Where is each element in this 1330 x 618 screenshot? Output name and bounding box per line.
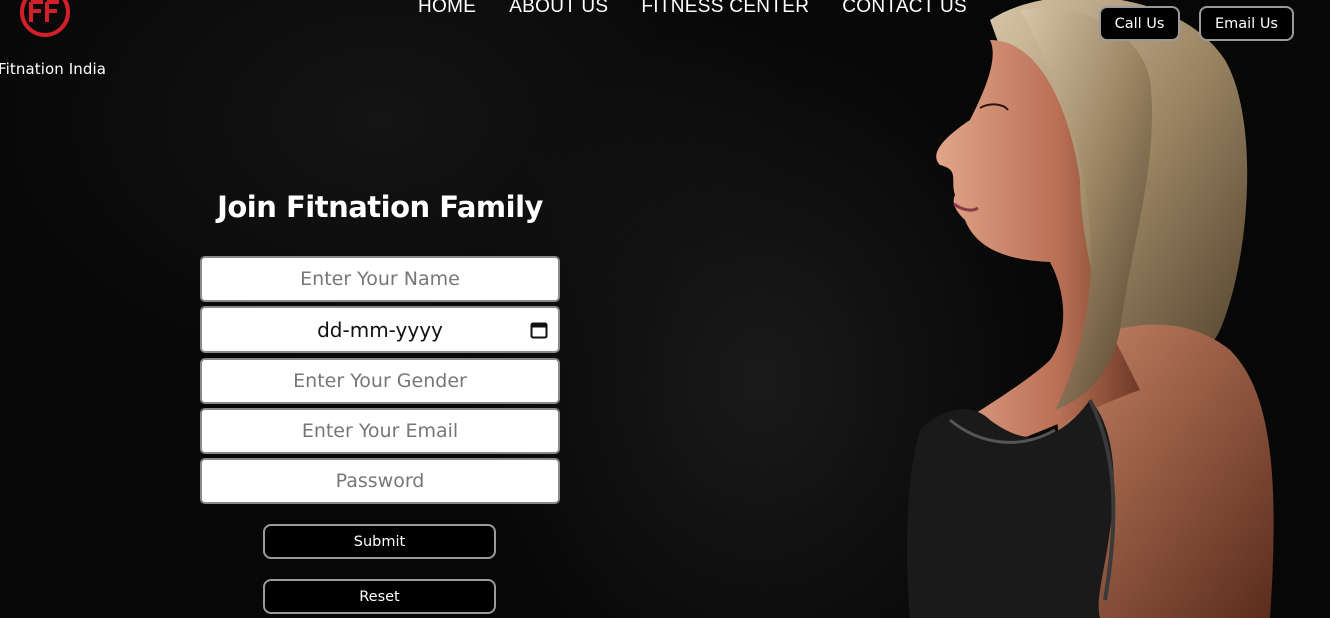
- nav-about-us[interactable]: ABOUT US: [509, 0, 608, 18]
- gender-input[interactable]: [200, 358, 560, 404]
- nav-home[interactable]: HOME: [418, 0, 476, 18]
- date-value: dd-mm-yyyy: [317, 317, 443, 342]
- reset-button[interactable]: Reset: [263, 579, 496, 614]
- name-input[interactable]: [200, 256, 560, 302]
- main-nav: HOME ABOUT US FITNESS CENTER CONTACT US: [418, 0, 967, 18]
- brand-name: Fitnation India: [0, 60, 107, 78]
- nav-contact-us[interactable]: CONTACT US: [842, 0, 967, 18]
- form-title: Join Fitnation Family: [217, 190, 543, 224]
- nav-fitness-center[interactable]: FITNESS CENTER: [641, 0, 809, 18]
- submit-button[interactable]: Submit: [263, 524, 496, 559]
- call-us-button[interactable]: Call Us: [1099, 6, 1180, 41]
- date-of-birth-input[interactable]: dd-mm-yyyy: [200, 306, 560, 353]
- email-input[interactable]: [200, 408, 560, 454]
- hero-woman-image: [907, 0, 1274, 618]
- ff-logo-icon[interactable]: [18, 0, 72, 40]
- password-input[interactable]: [200, 458, 560, 504]
- calendar-icon[interactable]: [530, 321, 548, 339]
- email-us-button[interactable]: Email Us: [1199, 6, 1294, 41]
